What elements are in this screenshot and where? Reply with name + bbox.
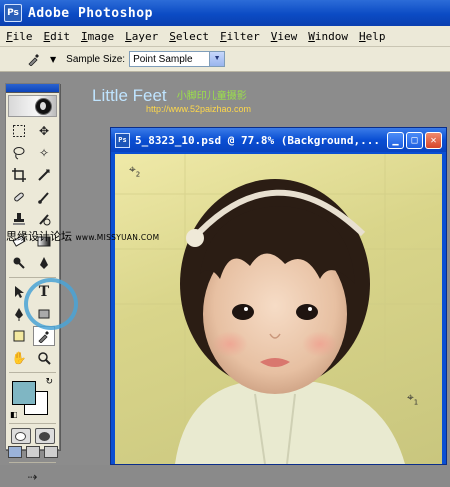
- history-brush-tool[interactable]: [33, 209, 55, 229]
- brush-tool[interactable]: [33, 187, 55, 207]
- tool-preset-picker[interactable]: [20, 49, 48, 69]
- marquee-tool[interactable]: [8, 121, 30, 141]
- standard-mode-icon: [15, 431, 26, 441]
- hand-tool[interactable]: ✋: [8, 348, 30, 368]
- menu-image[interactable]: Image: [75, 30, 119, 43]
- jump-to-imageready-button[interactable]: ⇢: [22, 467, 44, 487]
- maximize-button[interactable]: □: [406, 131, 423, 149]
- watermark-text: 思缘设计论坛: [6, 230, 72, 243]
- close-button[interactable]: ✕: [425, 131, 442, 149]
- sample-size-label: Sample Size:: [66, 53, 126, 65]
- close-icon: ✕: [430, 134, 437, 146]
- bandage-icon: [14, 192, 24, 202]
- toolbox-titlebar[interactable]: [6, 84, 59, 93]
- pen-tool[interactable]: [33, 253, 55, 273]
- lasso-tool[interactable]: [8, 143, 30, 163]
- menu-layer[interactable]: Layer: [119, 30, 163, 43]
- toolbox-separator: [9, 423, 56, 424]
- magic-wand-tool[interactable]: ✧: [33, 143, 55, 163]
- imageready-icon: ⇢: [27, 470, 38, 484]
- menu-edit[interactable]: Edit: [38, 30, 76, 43]
- brand-header: Little Feet 小脚印儿童摄影 http://www.52paizhao…: [92, 86, 251, 114]
- toolbox-separator: [9, 462, 56, 463]
- notes-icon: [13, 330, 25, 342]
- watermark-url: www.MISSYUAN.COM: [75, 233, 160, 242]
- screen-mode-row: [6, 446, 59, 458]
- quick-mask-mode-button[interactable]: [34, 428, 55, 444]
- crop-icon: [12, 168, 26, 182]
- highlight-circle: [24, 278, 78, 330]
- color-swatches: ↻ ◧: [10, 377, 55, 419]
- swap-colors-icon[interactable]: ↻: [45, 377, 53, 387]
- eyedropper-icon: [28, 54, 39, 66]
- zoom-tool[interactable]: [33, 348, 55, 368]
- eye-icon: [35, 98, 52, 115]
- document-canvas[interactable]: ⌖2 ⌖1: [115, 154, 442, 464]
- brand-url: http://www.52paizhao.com: [146, 104, 252, 114]
- color-sampler-1[interactable]: ⌖1: [407, 390, 418, 406]
- default-colors-icon[interactable]: ◧: [10, 410, 18, 419]
- menu-select[interactable]: Select: [163, 30, 214, 43]
- eyedropper-icon: [38, 331, 49, 343]
- full-screen-menubar-mode-button[interactable]: [25, 446, 40, 458]
- pen-icon: [40, 257, 48, 269]
- document-titlebar[interactable]: Ps 5_8323_10.psd @ 77.8% (Background,...…: [111, 128, 446, 152]
- dropdown-arrow-icon: ▼: [209, 52, 225, 66]
- foreground-color-swatch[interactable]: [12, 381, 36, 405]
- maximize-icon: □: [411, 134, 418, 146]
- notes-tool[interactable]: [8, 326, 30, 346]
- lasso-icon: [13, 147, 25, 160]
- crosshair-icon: ⌖: [129, 162, 136, 176]
- standard-screen-mode-button[interactable]: [7, 446, 22, 458]
- menu-filter[interactable]: Filter: [214, 30, 265, 43]
- crosshair-icon: ⌖: [407, 390, 414, 404]
- marquee-icon: [13, 125, 25, 137]
- chevron-down-icon[interactable]: ▼: [50, 55, 56, 64]
- brush-icon: [38, 192, 49, 204]
- brand-chinese-name: 小脚印儿童摄影: [176, 91, 247, 102]
- history-brush-icon: [39, 214, 51, 226]
- menu-view[interactable]: View: [265, 30, 303, 43]
- slice-tool[interactable]: [33, 165, 55, 185]
- app-title: Adobe Photoshop: [28, 5, 153, 21]
- menu-help[interactable]: Help: [353, 30, 391, 43]
- options-bar: ▼ Sample Size: Point Sample ▼: [0, 47, 450, 72]
- psd-file-icon: Ps: [115, 132, 130, 148]
- dodge-tool[interactable]: [8, 253, 30, 273]
- app-title-bar: Ps Adobe Photoshop: [0, 0, 450, 26]
- zoom-icon: [38, 352, 51, 365]
- menu-bar: File Edit Image Layer Select Filter View…: [0, 26, 450, 47]
- dodge-icon: [13, 257, 25, 269]
- crop-tool[interactable]: [8, 165, 30, 185]
- photoshop-eye-logo[interactable]: [8, 95, 57, 117]
- quick-mask-icon: [39, 431, 50, 441]
- move-tool[interactable]: ✥: [33, 121, 55, 141]
- stamp-icon: [13, 213, 25, 225]
- full-screen-mode-button[interactable]: [43, 446, 58, 458]
- magic-wand-icon: ✧: [38, 146, 50, 160]
- minimize-button[interactable]: ▁: [387, 131, 404, 149]
- menu-window[interactable]: Window: [302, 30, 353, 43]
- standard-mode-button[interactable]: [10, 428, 31, 444]
- mask-mode-row: [6, 428, 59, 444]
- color-sampler-2[interactable]: ⌖2: [129, 162, 140, 178]
- watermark: 思缘设计论坛 www.MISSYUAN.COM: [6, 228, 159, 244]
- hand-icon: ✋: [11, 351, 27, 365]
- slice-icon: [38, 169, 50, 181]
- toolbox: ✥ ✧ T ✋ ↻ ◧ ⇢: [5, 83, 60, 484]
- minimize-icon: ▁: [392, 134, 399, 146]
- move-icon: ✥: [38, 124, 50, 138]
- document-window: Ps 5_8323_10.psd @ 77.8% (Background,...…: [110, 127, 447, 465]
- clone-stamp-tool[interactable]: [8, 209, 30, 229]
- sample-size-select[interactable]: Point Sample ▼: [129, 51, 226, 67]
- toolbox-separator: [9, 372, 56, 373]
- photo-girl: [115, 154, 442, 464]
- menu-file[interactable]: File: [0, 30, 38, 43]
- jump-to-row: ⇢: [6, 467, 59, 487]
- photoshop-logo-icon: Ps: [4, 4, 22, 22]
- document-title: 5_8323_10.psd @ 77.8% (Background,...: [135, 133, 381, 147]
- brand-name: Little Feet: [92, 86, 167, 105]
- healing-brush-tool[interactable]: [8, 187, 30, 207]
